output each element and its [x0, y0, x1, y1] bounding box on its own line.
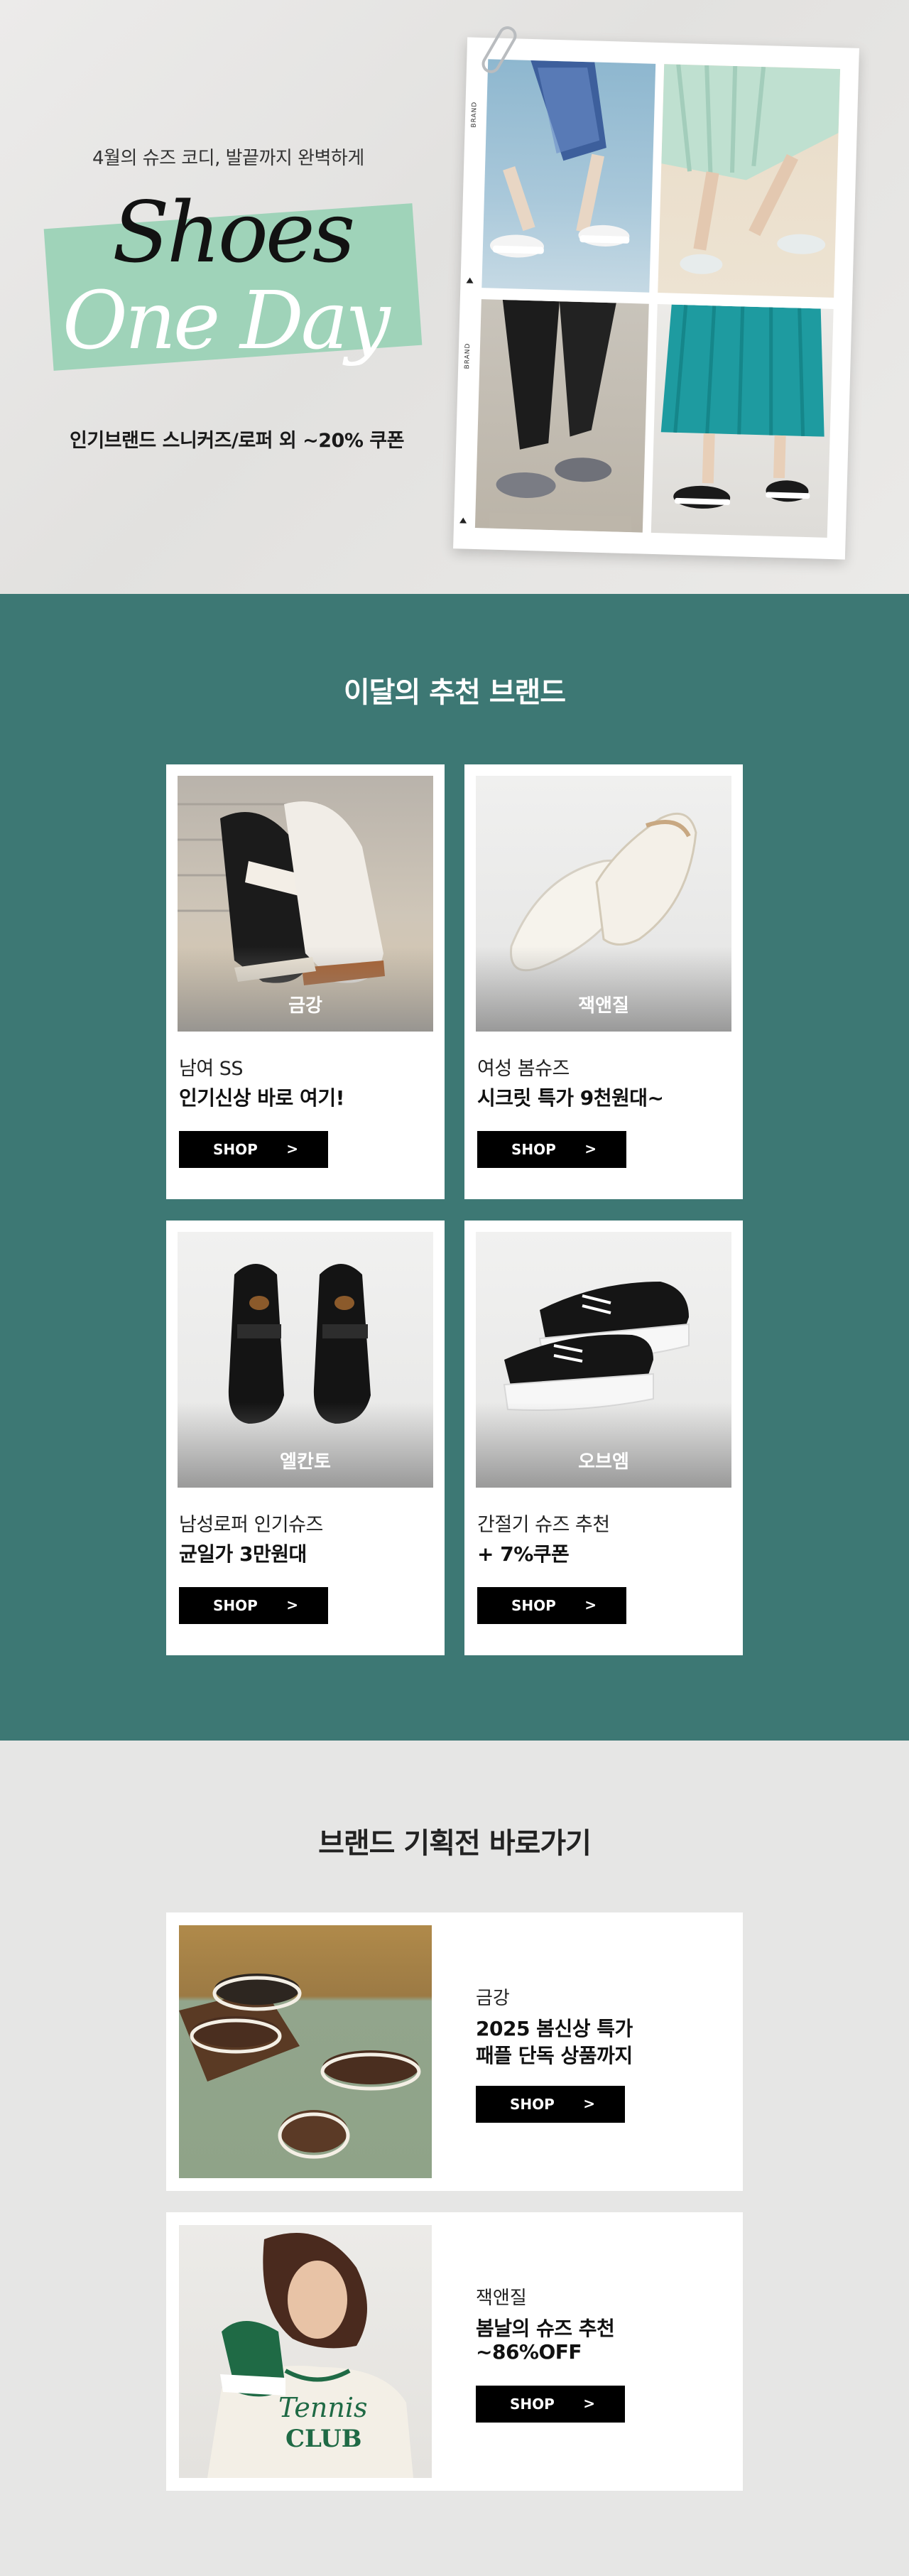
arrow-right-icon: >: [584, 1140, 597, 1157]
arrow-right-icon: >: [583, 2095, 595, 2112]
card-line1: 남성로퍼 인기슈즈: [179, 1514, 323, 1536]
photo-sneakers-teal-skirt: [651, 304, 834, 538]
hero-title-badge: Shoes One Day: [43, 183, 423, 384]
shop-button-label: SHOP: [510, 2396, 555, 2413]
shop-button-label: SHOP: [213, 1141, 258, 1158]
shop-button-label: SHOP: [511, 1141, 556, 1158]
shop-button-label: SHOP: [510, 2096, 555, 2113]
shop-button[interactable]: SHOP >: [477, 1131, 626, 1168]
brand-name-label: 잭앤질: [578, 995, 629, 1017]
hero-coupon-text: 인기브랜드 스니커즈/로퍼 외 ~20% 쿠폰: [70, 430, 404, 452]
card-line1: 간절기 슈즈 추천: [477, 1514, 610, 1536]
section-title-recommend: 이달의 추천 브랜드: [343, 676, 566, 709]
shirt-text-club: CLUB: [285, 2425, 362, 2453]
shop-button-label: SHOP: [511, 1597, 556, 1614]
shop-button[interactable]: SHOP >: [476, 2386, 625, 2423]
exhibit-desc1: 2025 봄신상 특가: [476, 2017, 633, 2040]
shop-button[interactable]: SHOP >: [476, 2086, 625, 2123]
brand-tag-top: BRAND: [470, 101, 479, 128]
arrow-right-icon: >: [286, 1140, 298, 1157]
card-line2: + 7%쿠폰: [477, 1542, 570, 1566]
triangle-marker-top: [466, 277, 474, 283]
photo-sneakers-blue-dress: [481, 59, 656, 293]
brand-card[interactable]: 오브엠 간절기 슈즈 추천 + 7%쿠폰 SHOP >: [464, 1221, 743, 1655]
card-line2: 균일가 3만원대: [179, 1542, 307, 1566]
image-fade-overlay: [476, 1402, 731, 1488]
brand-card[interactable]: 잭앤질 여성 봄슈즈 시크릿 특가 9천원대~ SHOP >: [464, 764, 743, 1199]
exhibit-card[interactable]: Tennis CLUB 잭앤질 봄날의 슈즈 추천 ~86%OFF SHOP >: [166, 2212, 743, 2491]
section-title-exhibits: 브랜드 기획전 바로가기: [318, 1827, 592, 1860]
hero-title-line1: Shoes: [112, 183, 355, 281]
hero-subtitle: 4월의 슈즈 코디, 발끝까지 완벽하게: [92, 148, 364, 169]
hero-banner: 4월의 슈즈 코디, 발끝까지 완벽하게 Shoes One Day 인기브랜드…: [0, 0, 909, 594]
arrow-right-icon: >: [584, 1596, 597, 1613]
product-image: 오브엠: [476, 1232, 731, 1488]
card-line1: 여성 봄슈즈: [477, 1058, 570, 1080]
exhibit-brand: 금강: [476, 1988, 510, 2009]
arrow-right-icon: >: [286, 1596, 298, 1613]
brand-tag-bottom: BRAND: [464, 342, 472, 369]
brand-name-label: 오브엠: [578, 1451, 629, 1473]
product-image: 엘칸토: [178, 1232, 433, 1488]
card-line2: 인기신상 바로 여기!: [179, 1086, 344, 1110]
photo-loafers-pleated-skirt: [658, 64, 841, 298]
product-image: 금강: [178, 776, 433, 1032]
exhibit-brand: 잭앤질: [476, 2288, 527, 2309]
exhibit-desc2: 패플 단독 상품까지: [476, 2044, 633, 2067]
brand-name-label: 엘칸토: [280, 1451, 331, 1473]
triangle-marker-bottom: [459, 517, 467, 524]
shop-button[interactable]: SHOP >: [477, 1587, 626, 1624]
exhibit-desc1: 봄날의 슈즈 추천: [476, 2317, 615, 2340]
shop-button-label: SHOP: [213, 1597, 258, 1614]
exhibit-image: [179, 1925, 432, 2178]
shirt-text-tennis: Tennis: [278, 2392, 368, 2423]
brand-card[interactable]: 엘칸토 남성로퍼 인기슈즈 균일가 3만원대 SHOP >: [166, 1221, 445, 1655]
image-fade-overlay: [178, 946, 433, 1032]
brand-card[interactable]: 금강 남여 SS 인기신상 바로 여기! SHOP >: [166, 764, 445, 1199]
exhibit-card[interactable]: 금강 2025 봄신상 특가 패플 단독 상품까지 SHOP >: [166, 1912, 743, 2191]
recommended-brands-section: 이달의 추천 브랜드 금강 남여 SS 인기신상 바로 여기! SHOP > 잭…: [0, 594, 909, 1741]
arrow-right-icon: >: [583, 2395, 595, 2412]
shop-button[interactable]: SHOP >: [179, 1131, 328, 1168]
hero-title-line2: One Day: [62, 275, 391, 367]
card-line1: 남여 SS: [179, 1058, 244, 1080]
exhibit-image: Tennis CLUB: [179, 2225, 432, 2478]
image-fade-overlay: [178, 1402, 433, 1488]
product-image: 잭앤질: [476, 776, 731, 1032]
image-fade-overlay: [476, 946, 731, 1032]
brand-exhibitions-section: 브랜드 기획전 바로가기 금강 2025 봄신상 특가 패플 단독 상품까지 S…: [0, 1741, 909, 2576]
photo-silver-shoes-black-pants: [474, 299, 649, 533]
exhibit-desc2: ~86%OFF: [476, 2340, 582, 2364]
shop-button[interactable]: SHOP >: [179, 1587, 328, 1624]
card-line2: 시크릿 특가 9천원대~: [477, 1086, 664, 1110]
brand-name-label: 금강: [288, 995, 322, 1017]
hero-photo-collage: BRAND BRAND: [453, 37, 859, 560]
